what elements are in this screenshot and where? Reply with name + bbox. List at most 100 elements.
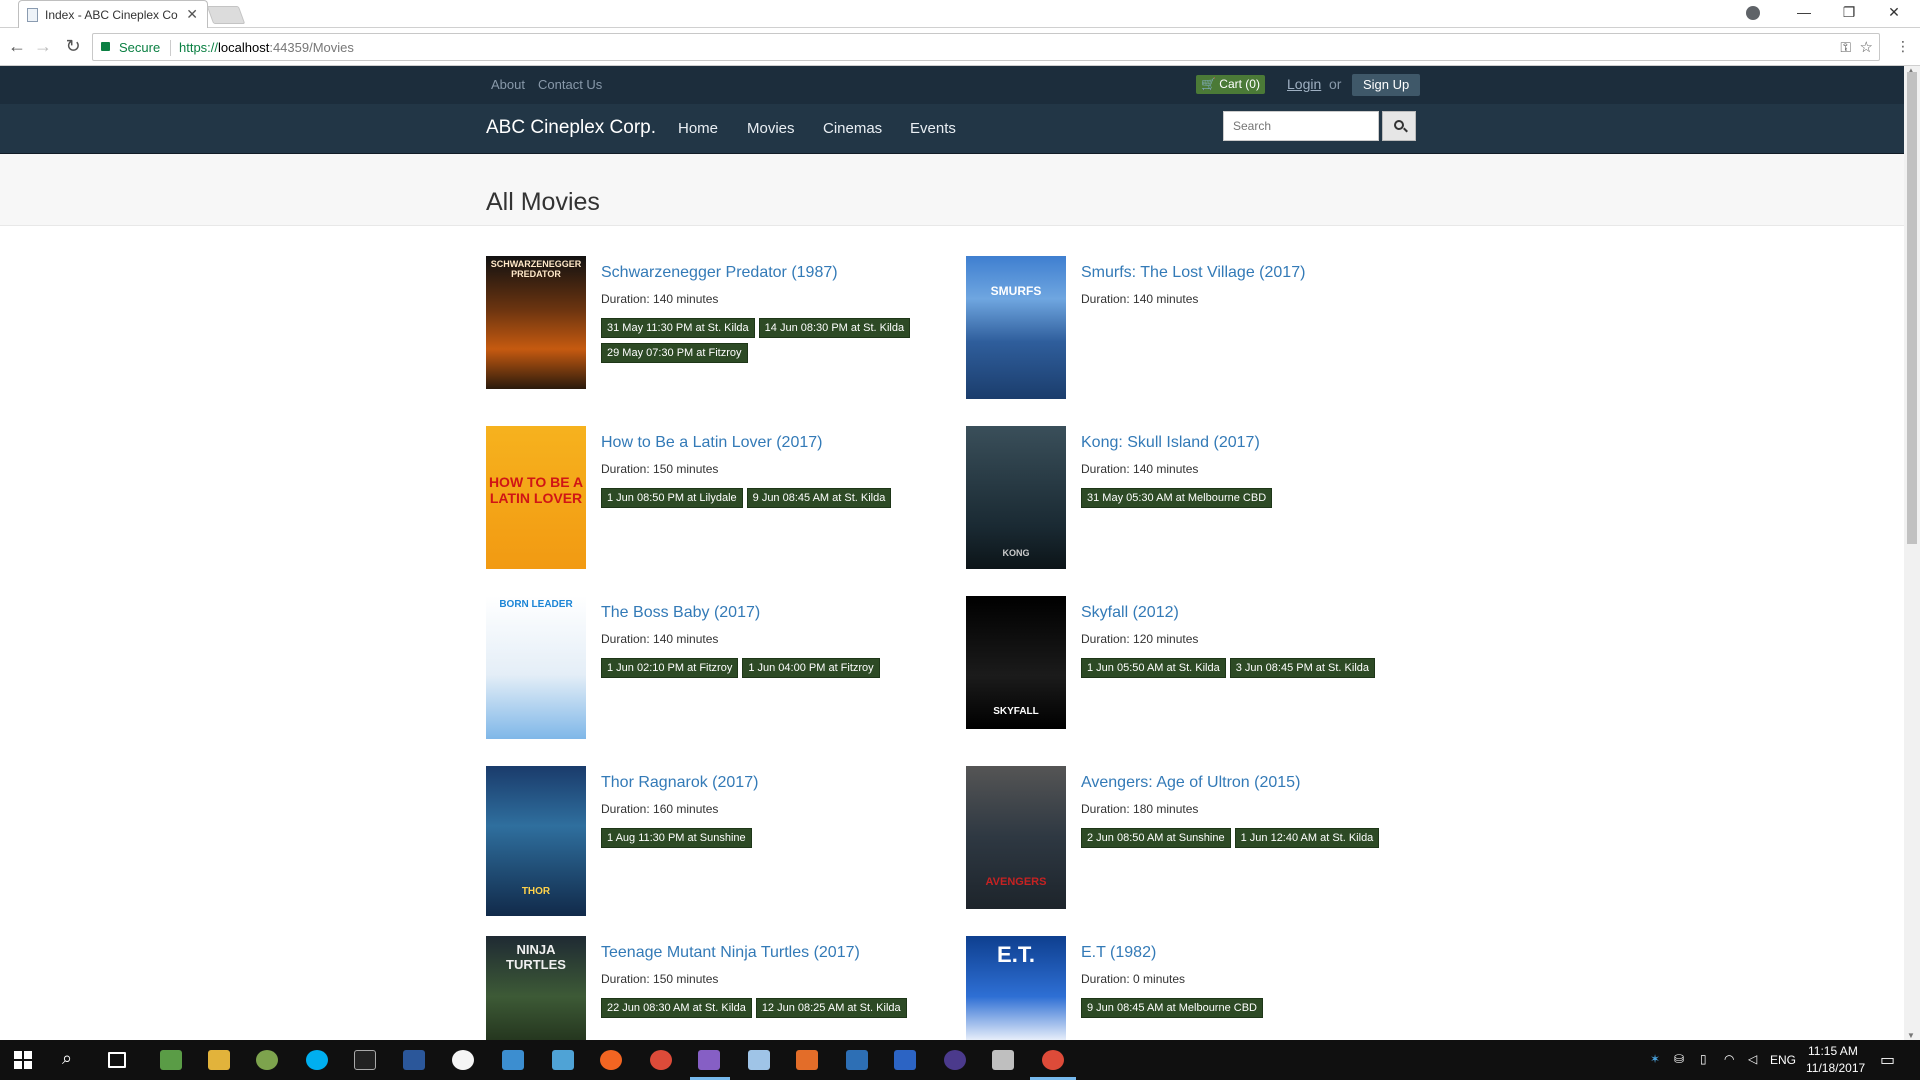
app-icon[interactable] [748,1050,770,1070]
minimize-icon[interactable]: — [1784,4,1824,20]
file-explorer-icon[interactable] [208,1050,230,1070]
movie-poster[interactable]: BORN LEADER [486,596,586,739]
back-icon[interactable]: ← [6,36,28,57]
search-button[interactable] [1382,111,1416,141]
language-indicator[interactable]: ENG [1770,1053,1796,1067]
movie-title-link[interactable]: Schwarzenegger Predator (1987) [601,264,838,282]
chrome-icon[interactable] [650,1050,672,1070]
gitkraken-icon[interactable] [160,1050,182,1070]
session-tag[interactable]: 9 Jun 08:45 AM at Melbourne CBD [1081,998,1263,1018]
app-icon[interactable] [552,1050,574,1070]
star-icon[interactable]: ☆ [1860,38,1873,56]
tray-icon[interactable]: ⛁ [1674,1052,1684,1066]
movie-poster[interactable]: HOW TO BE A LATIN LOVER [486,426,586,569]
site-top-bar: About Contact Us 🛒 Cart (0) Login or Sig… [0,66,1904,104]
terminal-icon[interactable] [354,1050,376,1070]
chrome-icon[interactable] [1042,1050,1064,1070]
eclipse-icon[interactable] [944,1050,966,1070]
app-icon[interactable] [256,1050,278,1070]
about-link[interactable]: About [491,77,525,92]
movie-poster[interactable]: SCHWARZENEGGER PREDATOR [486,256,586,389]
signup-button[interactable]: Sign Up [1352,74,1421,96]
close-tab-icon[interactable]: ✕ [186,6,198,23]
cart-button[interactable]: 🛒 Cart (0) [1196,75,1265,94]
session-tag[interactable]: 14 Jun 08:30 PM at St. Kilda [758,318,911,338]
new-tab-button[interactable] [206,6,246,24]
nav-home[interactable]: Home [678,120,718,137]
session-tag[interactable]: 1 Jun 02:10 PM at Fitzroy [601,658,739,678]
close-window-icon[interactable]: ✕ [1874,4,1914,21]
page-favicon-icon [27,8,38,22]
restore-icon[interactable]: ❐ [1829,4,1869,21]
profile-icon[interactable] [1746,6,1760,20]
key-icon[interactable]: ⚿ [1840,39,1851,56]
movie-title-link[interactable]: How to Be a Latin Lover (2017) [601,434,822,452]
contact-link[interactable]: Contact Us [538,77,602,92]
poster-lettering: AVENGERS [985,876,1047,888]
search-taskbar-icon[interactable]: ⌕ [62,1048,72,1069]
session-tag[interactable]: 2 Jun 08:50 AM at Sunshine [1081,828,1231,848]
nav-events[interactable]: Events [910,120,956,137]
scroll-thumb[interactable] [1907,72,1917,544]
session-tag[interactable]: 1 Jun 08:50 PM at Lilydale [601,488,743,508]
movie-poster[interactable]: SKYFALL [966,596,1066,729]
session-tag[interactable]: 31 May 11:30 PM at St. Kilda [601,318,755,338]
movie-poster[interactable]: AVENGERS [966,766,1066,909]
windows-start-icon[interactable] [14,1051,32,1069]
page-scrollbar[interactable]: ▲ ▼ [1904,66,1920,1040]
nav-cinemas[interactable]: Cinemas [823,120,882,137]
app-icon[interactable] [992,1050,1014,1070]
clock-date[interactable]: 11/18/2017 [1806,1061,1865,1075]
reload-icon[interactable]: ↻ [62,36,84,57]
clock-time[interactable]: 11:15 AM [1808,1044,1858,1058]
movie-title-link[interactable]: Thor Ragnarok (2017) [601,774,758,792]
session-tag[interactable]: 1 Aug 11:30 PM at Sunshine [601,828,752,848]
app-icon[interactable] [846,1050,868,1070]
browser-tab[interactable]: Index - ABC Cineplex Co ✕ [18,0,208,28]
movie-poster[interactable]: NINJA TURTLES [486,936,586,1046]
movie-title-link[interactable]: Smurfs: The Lost Village (2017) [1081,264,1305,282]
visual-studio-icon[interactable] [698,1050,720,1070]
movie-title-link[interactable]: Avengers: Age of Ultron (2015) [1081,774,1300,792]
session-tag[interactable]: 1 Jun 05:50 AM at St. Kilda [1081,658,1226,678]
brand-logo[interactable]: ABC Cineplex Corp. [486,117,656,139]
app-icon[interactable] [600,1050,622,1070]
movie-poster[interactable]: THOR [486,766,586,916]
session-tag[interactable]: 1 Jun 04:00 PM at Fitzroy [742,658,880,678]
address-bar[interactable]: Secure https://localhost:44359/Movies ⚿ … [92,33,1880,61]
movie-title-link[interactable]: Skyfall (2012) [1081,604,1179,622]
movie-title-link[interactable]: Teenage Mutant Ninja Turtles (2017) [601,944,860,962]
nav-movies[interactable]: Movies [747,120,795,137]
session-tag[interactable]: 31 May 05:30 AM at Melbourne CBD [1081,488,1273,508]
notifications-icon[interactable]: ▭ [1880,1050,1895,1070]
login-link[interactable]: Login [1287,76,1321,92]
battery-icon[interactable]: ▯ [1700,1052,1707,1066]
movie-title-link[interactable]: Kong: Skull Island (2017) [1081,434,1260,452]
session-tag[interactable]: 29 May 07:30 PM at Fitzroy [601,343,748,363]
itunes-icon[interactable] [452,1050,474,1070]
visual-studio-icon[interactable] [796,1050,818,1070]
volume-icon[interactable]: ◁ [1748,1052,1757,1066]
movie-title-link[interactable]: E.T (1982) [1081,944,1156,962]
cart-icon: 🛒 [1201,77,1216,91]
movie-poster[interactable]: E.T. [966,936,1066,1046]
session-tag[interactable]: 12 Jun 08:25 AM at St. Kilda [755,998,907,1018]
forward-icon[interactable]: → [32,36,54,57]
session-tag[interactable]: 9 Jun 08:45 AM at St. Kilda [746,488,892,508]
tray-app-icon[interactable]: ✶ [1650,1052,1660,1066]
search-input[interactable] [1223,111,1379,141]
movie-poster[interactable]: KONG [966,426,1066,569]
session-tag[interactable]: 3 Jun 08:45 PM at St. Kilda [1229,658,1376,678]
scroll-down-icon[interactable]: ▼ [1907,1031,1915,1040]
task-view-icon[interactable] [108,1052,126,1068]
movie-title-link[interactable]: The Boss Baby (2017) [601,604,760,622]
skype-icon[interactable] [306,1050,328,1070]
movie-poster[interactable]: SMURFS [966,256,1066,399]
session-tag[interactable]: 22 Jun 08:30 AM at St. Kilda [601,998,752,1018]
session-tag[interactable]: 1 Jun 12:40 AM at St. Kilda [1234,828,1380,848]
menu-icon[interactable]: ⋮ [1896,38,1910,55]
app-icon[interactable] [502,1050,524,1070]
wifi-icon[interactable]: ◠ [1724,1052,1734,1066]
word-icon[interactable] [403,1050,425,1070]
app-icon[interactable] [894,1050,916,1070]
